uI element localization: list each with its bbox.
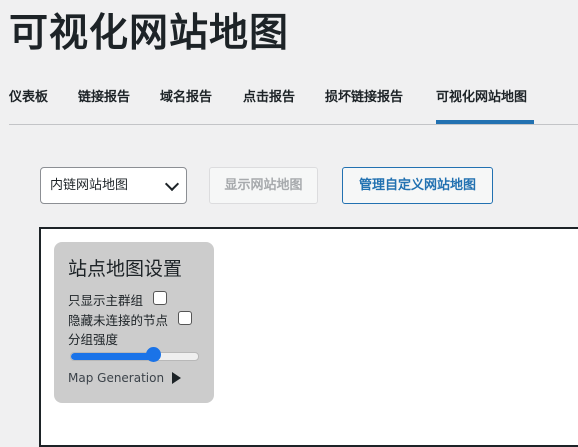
tab-click-report[interactable]: 点击报告: [243, 86, 295, 105]
tab-visual-sitemap[interactable]: 可视化网站地图: [436, 86, 527, 105]
tab-link-report[interactable]: 链接报告: [78, 86, 130, 105]
group-strength-slider[interactable]: [70, 352, 199, 361]
manage-custom-sitemap-button[interactable]: 管理自定义网站地图: [342, 167, 493, 204]
map-generation-label: Map Generation: [68, 371, 165, 385]
sitemap-select[interactable]: 内链网站地图: [40, 167, 187, 204]
group-strength-label: 分组强度: [68, 332, 119, 347]
tab-domain-report[interactable]: 域名报告: [160, 86, 212, 105]
settings-title: 站点地图设置: [68, 258, 183, 280]
sitemap-settings-panel: 站点地图设置 只显示主群组 隐藏未连接的节点 分组强度 Map Generati…: [54, 242, 214, 403]
main-groups-only-checkbox[interactable]: [153, 291, 167, 305]
chevron-down-icon: [164, 176, 180, 192]
show-sitemap-button[interactable]: 显示网站地图: [209, 167, 318, 204]
hide-unconnected-checkbox[interactable]: [178, 311, 192, 325]
sitemap-select-value: 内链网站地图: [50, 178, 129, 193]
nav-tabs: 仪表板 链接报告 域名报告 点击报告 损坏链接报告 可视化网站地图: [9, 80, 578, 125]
page-title: 可视化网站地图: [9, 11, 290, 56]
tab-dashboard[interactable]: 仪表板: [9, 86, 48, 105]
map-generation-toggle[interactable]: Map Generation: [68, 371, 182, 385]
active-tab-indicator: [436, 120, 534, 124]
slider-thumb[interactable]: [145, 347, 161, 362]
main-groups-only-label: 只显示主群组: [68, 293, 144, 308]
tab-broken-link-report[interactable]: 损坏链接报告: [325, 86, 403, 105]
play-icon: [172, 372, 182, 384]
slider-fill: [71, 353, 154, 360]
hide-unconnected-label: 隐藏未连接的节点: [68, 313, 169, 328]
